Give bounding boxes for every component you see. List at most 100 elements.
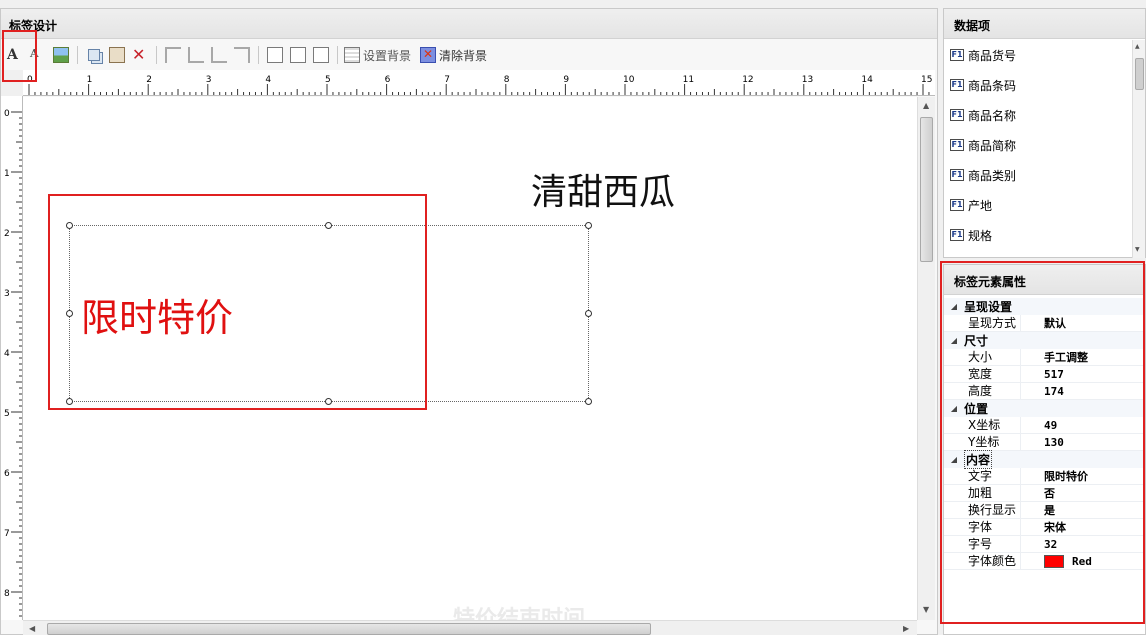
property-row[interactable]: 大小 手工调整	[944, 348, 1145, 366]
paste-button[interactable]	[107, 45, 127, 65]
data-item[interactable]: F1 商品名称	[944, 100, 1134, 130]
collapse-triangle-icon[interactable]: ◢	[944, 302, 964, 311]
scroll-left-icon[interactable]: ◀	[29, 624, 35, 633]
property-category[interactable]: ◢ 呈现设置	[944, 298, 1145, 315]
label-canvas[interactable]: 清甜西瓜 限时特价 特价结束时间	[23, 97, 917, 620]
add-text-button[interactable]: A	[5, 45, 25, 65]
scroll-up-icon[interactable]: ▲	[1135, 43, 1140, 50]
data-item[interactable]: F1 规格	[944, 220, 1134, 250]
resize-handle-w[interactable]	[66, 310, 73, 317]
ruler-label: 11	[683, 75, 694, 85]
clear-background-button[interactable]: ✕ 清除背景	[420, 45, 487, 65]
set-background-button[interactable]: 设置背景	[344, 45, 411, 65]
same-width-button[interactable]	[265, 45, 285, 65]
ruler-label: 8	[4, 589, 10, 599]
property-row[interactable]: 文字 限时特价	[944, 467, 1145, 485]
property-row[interactable]: 高度 174	[944, 382, 1145, 400]
resize-handle-s[interactable]	[325, 398, 332, 405]
collapse-triangle-icon[interactable]: ◢	[944, 404, 964, 413]
property-row[interactable]: 字号 32	[944, 535, 1145, 553]
canvas-vertical-scrollbar[interactable]: ▲ ▼	[917, 97, 935, 620]
data-item-label: 商品简称	[968, 138, 1017, 153]
property-row[interactable]: 加粗 否	[944, 484, 1145, 502]
canvas-text-title[interactable]: 清甜西瓜	[531, 163, 675, 215]
property-value[interactable]: Red	[1021, 554, 1092, 568]
property-name: 高度	[944, 382, 1021, 400]
data-items-scroll-thumb[interactable]	[1135, 58, 1144, 90]
ruler-label: 6	[4, 469, 10, 479]
data-item[interactable]: F1 商品简称	[944, 130, 1134, 160]
align-left-button[interactable]	[209, 45, 229, 65]
property-row[interactable]: 换行显示 是	[944, 501, 1145, 519]
delete-button[interactable]: ✕	[130, 45, 150, 65]
align-bottom-button[interactable]	[186, 45, 206, 65]
canvas-text-selected[interactable]: 限时特价	[81, 287, 233, 342]
copy-button[interactable]	[84, 45, 104, 65]
copy-icon	[88, 49, 100, 61]
ruler-label: 13	[802, 75, 813, 85]
property-row[interactable]: Y坐标 130	[944, 433, 1145, 451]
scroll-down-icon[interactable]: ▼	[1135, 246, 1140, 253]
app-root: 标签设计 A A ✕ 设置背景 ✕ 清除背景 0 1 2 3 4 5 6 7 8…	[0, 0, 1146, 635]
resize-handle-ne[interactable]	[585, 222, 592, 229]
field-icon: F1	[950, 79, 964, 91]
align-right-button[interactable]	[232, 45, 252, 65]
data-item[interactable]: F1 商品类别	[944, 160, 1134, 190]
collapse-triangle-icon[interactable]: ◢	[944, 455, 964, 464]
properties-title: 标签元素属性	[944, 265, 1145, 295]
property-value[interactable]: 是	[1021, 502, 1055, 518]
property-value[interactable]: 手工调整	[1021, 349, 1088, 365]
ruler-label: 3	[4, 289, 10, 299]
canvas-horizontal-scrollbar[interactable]: ◀ ▶	[23, 620, 917, 635]
align-left-icon	[211, 47, 227, 63]
ruler-label: 2	[146, 75, 152, 85]
collapse-triangle-icon[interactable]: ◢	[944, 336, 964, 345]
property-value[interactable]: 限时特价	[1021, 468, 1088, 484]
property-value-text: 49	[1044, 418, 1058, 432]
property-category[interactable]: ◢ 内容	[944, 450, 1145, 469]
property-value[interactable]: 宋体	[1021, 519, 1066, 535]
property-row[interactable]: 宽度 517	[944, 365, 1145, 383]
property-row[interactable]: 字体颜色 Red	[944, 552, 1145, 570]
resize-handle-sw[interactable]	[66, 398, 73, 405]
property-value[interactable]: 130	[1021, 436, 1064, 449]
horizontal-scroll-thumb[interactable]	[47, 623, 651, 635]
property-category[interactable]: ◢ 位置	[944, 400, 1145, 417]
scroll-right-icon[interactable]: ▶	[903, 624, 909, 633]
canvas-text-ghost[interactable]: 特价结束时间	[453, 601, 585, 620]
property-value[interactable]: 32	[1021, 538, 1057, 551]
property-row[interactable]: X坐标 49	[944, 416, 1145, 434]
scroll-down-icon[interactable]: ▼	[923, 605, 929, 614]
property-value[interactable]: 49	[1021, 419, 1057, 432]
resize-handle-nw[interactable]	[66, 222, 73, 229]
same-height-button[interactable]	[288, 45, 308, 65]
data-items-scrollbar[interactable]: ▲ ▼	[1132, 40, 1145, 258]
property-grid: ◢ 呈现设置 呈现方式 默认 ◢ 尺寸 大小 手工调整 宽度 517 高度 174 ◢ 位置 X坐标 49 Y坐…	[944, 298, 1145, 570]
data-item[interactable]: F1 商品货号	[944, 40, 1134, 70]
data-item[interactable]: F1 商品条码	[944, 70, 1134, 100]
data-item-label: 规格	[968, 228, 993, 243]
property-category[interactable]: ◢ 尺寸	[944, 332, 1145, 349]
property-value-text: Red	[1072, 554, 1092, 568]
data-item[interactable]: F1 产地	[944, 190, 1134, 220]
scroll-up-icon[interactable]: ▲	[923, 101, 929, 110]
clear-background-icon: ✕	[420, 47, 437, 63]
vertical-scroll-thumb[interactable]	[920, 117, 933, 262]
same-size-button[interactable]	[311, 45, 331, 65]
property-value[interactable]: 174	[1021, 385, 1064, 398]
resize-handle-n[interactable]	[325, 222, 332, 229]
align-top-button[interactable]	[163, 45, 183, 65]
resize-handle-se[interactable]	[585, 398, 592, 405]
property-value[interactable]: 517	[1021, 368, 1064, 381]
property-value-text: 默认	[1044, 317, 1066, 330]
property-name: X坐标	[944, 416, 1021, 434]
field-icon: F1	[950, 49, 964, 61]
property-row[interactable]: 呈现方式 默认	[944, 314, 1145, 332]
add-dynamic-text-button[interactable]: A	[28, 45, 48, 65]
add-image-button[interactable]	[51, 45, 71, 65]
property-value[interactable]: 否	[1021, 485, 1055, 501]
resize-handle-e[interactable]	[585, 310, 592, 317]
property-name: 文字	[944, 467, 1021, 485]
property-value[interactable]: 默认	[1021, 315, 1066, 331]
property-row[interactable]: 字体 宋体	[944, 518, 1145, 536]
